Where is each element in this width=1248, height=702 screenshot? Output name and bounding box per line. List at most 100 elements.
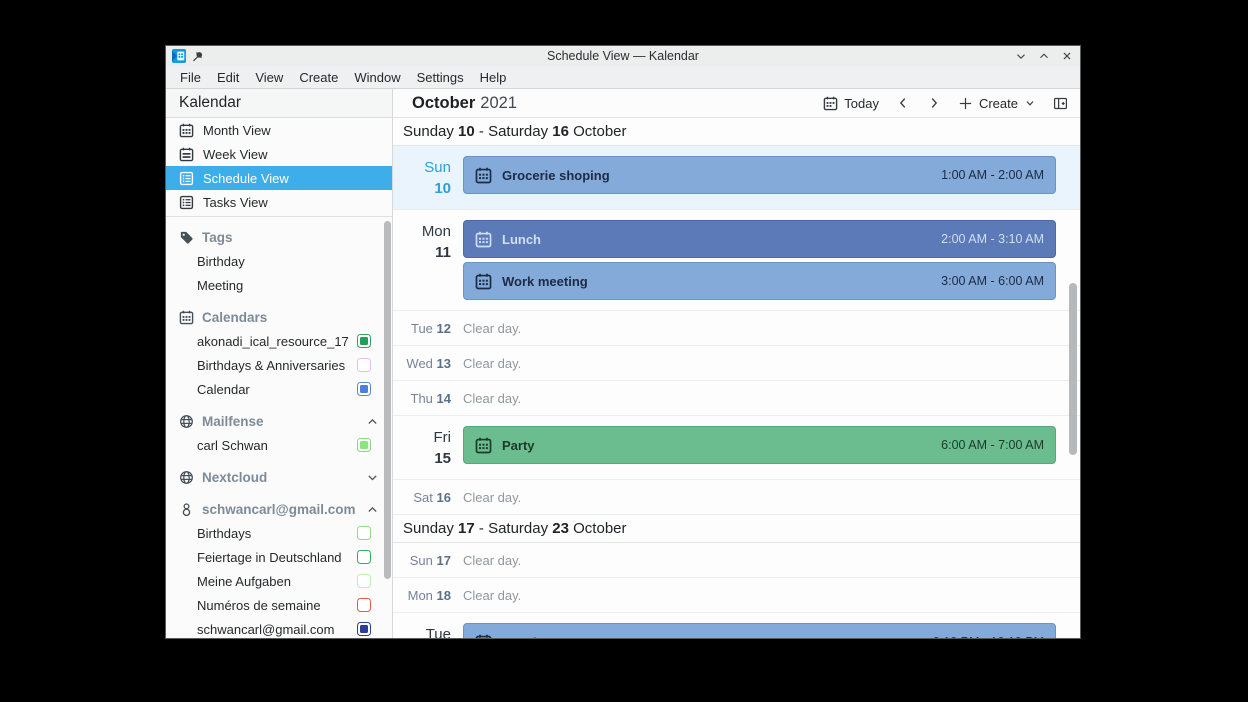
calendar-checkbox[interactable]	[357, 526, 371, 540]
calendar-checkbox[interactable]	[357, 334, 371, 348]
event-title: Grocerie shoping	[502, 167, 610, 183]
day-label: Fri 15	[433, 429, 452, 467]
titlebar[interactable]: Schedule View — Kalendar	[166, 46, 1080, 66]
day-row-sun-10[interactable]: Sun 10 Grocerie shoping 1:00 AM - 2:00 A…	[393, 146, 1080, 210]
section-calendars[interactable]: Calendars	[166, 305, 392, 329]
event-title: Work meeting	[502, 273, 588, 289]
calendar-item[interactable]: Meine Aufgaben	[166, 569, 392, 593]
tag-item-birthday[interactable]: Birthday	[166, 249, 392, 273]
calendar-item[interactable]: Calendar	[166, 377, 392, 401]
menu-window[interactable]: Window	[346, 68, 408, 87]
calendar-label: Calendar	[197, 381, 250, 397]
event-lunch[interactable]: Lunch 2:00 AM - 3:10 AM	[463, 220, 1056, 258]
calendar-item[interactable]: Birthdays & Anniversaries	[166, 353, 392, 377]
main-area: October 2021 Today Create Sunday 10 - Sa…	[393, 89, 1080, 638]
sidebar-scrollbar[interactable]	[384, 221, 391, 579]
calendar-item[interactable]: Feiertage in Deutschland	[166, 545, 392, 569]
calendar-checkbox[interactable]	[357, 382, 371, 396]
calendar-checkbox[interactable]	[357, 550, 371, 564]
day-row-mon-18[interactable]: Mon 18 Clear day.	[393, 578, 1080, 613]
tag-label: Birthday	[197, 253, 245, 269]
section-label: Nextcloud	[202, 469, 268, 485]
day-row-wed-13[interactable]: Wed 13 Clear day.	[393, 346, 1080, 381]
event-calendar-icon	[475, 437, 492, 454]
clear-day-note: Clear day.	[463, 320, 522, 336]
section-mailfense[interactable]: Mailfense	[166, 409, 392, 433]
section-tags[interactable]: Tags	[166, 225, 392, 249]
today-label: Today	[844, 95, 879, 111]
event-grocerie-shoping[interactable]: Grocerie shoping 1:00 AM - 2:00 AM	[463, 156, 1056, 194]
menu-create[interactable]: Create	[291, 68, 346, 87]
sidebar-item-label: Tasks View	[203, 194, 268, 210]
close-button[interactable]	[1060, 49, 1074, 63]
event-lunch[interactable]: Lunch 9:19 PM - 10:19 PM	[463, 623, 1056, 638]
calendar-label: akonadi_ical_resource_17	[197, 333, 349, 349]
sidebar-item-month-view[interactable]: Month View	[166, 118, 392, 142]
tasks-view-icon	[179, 195, 194, 210]
sidebar-item-label: Schedule View	[203, 170, 289, 186]
kalendar-window: Schedule View — Kalendar File Edit View …	[165, 45, 1081, 639]
day-label: Thu 14	[410, 390, 452, 406]
calendar-item[interactable]: akonadi_ical_resource_17	[166, 329, 392, 353]
calendar-item[interactable]: carl Schwan	[166, 433, 392, 457]
menu-edit[interactable]: Edit	[209, 68, 247, 87]
calendar-item[interactable]: schwancarl@gmail.com	[166, 617, 392, 638]
sidebar-item-label: Month View	[203, 122, 271, 138]
event-work-meeting[interactable]: Work meeting 3:00 AM - 6:00 AM	[463, 262, 1056, 300]
schedule-scrollbar[interactable]	[1069, 283, 1077, 455]
checkbox-fill	[360, 529, 368, 537]
sidebar-item-week-view[interactable]: Week View	[166, 142, 392, 166]
menu-file[interactable]: File	[172, 68, 209, 87]
sidebar-item-tasks-view[interactable]: Tasks View	[166, 190, 392, 214]
calendar-checkbox[interactable]	[357, 598, 371, 612]
day-row-sat-16[interactable]: Sat 16 Clear day.	[393, 480, 1080, 515]
date-picker-panel-icon[interactable]	[1053, 96, 1068, 111]
tag-item-meeting[interactable]: Meeting	[166, 273, 392, 297]
calendar-item[interactable]: Birthdays	[166, 521, 392, 545]
checkbox-fill	[360, 337, 368, 345]
section-gmail-account[interactable]: schwancarl@gmail.com	[166, 497, 392, 521]
previous-button[interactable]	[896, 96, 910, 110]
day-row-mon-11[interactable]: Mon 11 Lunch 2:00 AM - 3:10 AM Work meet…	[393, 210, 1080, 311]
menu-view[interactable]: View	[247, 68, 291, 87]
chevron-up-icon[interactable]	[366, 503, 379, 516]
checkbox-fill	[360, 385, 368, 393]
today-button[interactable]: Today	[823, 96, 879, 111]
create-button[interactable]: Create	[958, 96, 1036, 111]
minimize-button[interactable]	[1014, 49, 1028, 63]
calendar-checkbox[interactable]	[357, 358, 371, 372]
chevron-down-icon[interactable]	[366, 471, 379, 484]
chevron-down-icon	[1024, 97, 1036, 109]
window-title: Schedule View — Kalendar	[547, 49, 699, 63]
calendar-label: Birthdays	[197, 525, 252, 541]
sidebar-title: Kalendar	[166, 89, 392, 118]
next-button[interactable]	[927, 96, 941, 110]
calendar-checkbox[interactable]	[357, 438, 371, 452]
calendar-checkbox[interactable]	[357, 574, 371, 588]
event-time: 2:00 AM - 3:10 AM	[941, 232, 1044, 246]
section-nextcloud[interactable]: Nextcloud	[166, 465, 392, 489]
event-title: Lunch	[502, 635, 541, 639]
checkbox-fill	[360, 625, 368, 633]
menu-settings[interactable]: Settings	[409, 68, 472, 87]
day-row-fri-15[interactable]: Fri 15 Party 6:00 AM - 7:00 AM	[393, 416, 1080, 480]
day-row-thu-14[interactable]: Thu 14 Clear day.	[393, 381, 1080, 416]
day-label: Mon 18	[407, 587, 451, 603]
day-row-tue-19[interactable]: Tue 19 Lunch 9:19 PM - 10:19 PM	[393, 613, 1080, 638]
day-row-sun-17[interactable]: Sun 17 Clear day.	[393, 543, 1080, 578]
sidebar-item-schedule-view[interactable]: Schedule View	[166, 166, 392, 190]
menu-help[interactable]: Help	[472, 68, 515, 87]
clear-day-note: Clear day.	[463, 552, 522, 568]
pin-icon[interactable]	[191, 50, 204, 63]
section-label: schwancarl@gmail.com	[202, 501, 356, 517]
event-calendar-icon	[475, 273, 492, 290]
chevron-up-icon[interactable]	[366, 415, 379, 428]
event-time: 1:00 AM - 2:00 AM	[941, 168, 1044, 182]
maximize-button[interactable]	[1037, 49, 1051, 63]
calendar-checkbox[interactable]	[357, 622, 371, 636]
day-row-tue-12[interactable]: Tue 12 Clear day.	[393, 311, 1080, 346]
calendar-label: schwancarl@gmail.com	[197, 621, 335, 637]
create-label: Create	[978, 95, 1018, 111]
calendar-item[interactable]: Numéros de semaine	[166, 593, 392, 617]
event-party[interactable]: Party 6:00 AM - 7:00 AM	[463, 426, 1056, 464]
